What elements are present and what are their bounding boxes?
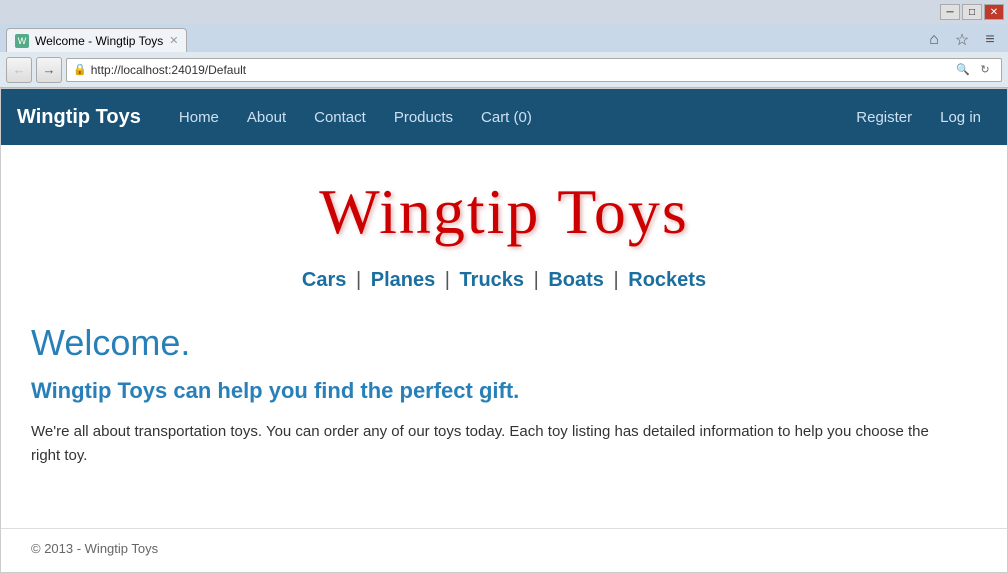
forward-button[interactable]: → (36, 57, 62, 83)
main-content: Wingtip Toys Cars | Planes | Trucks | Bo… (1, 145, 1007, 498)
welcome-heading: Welcome. (31, 322, 977, 364)
minimize-button[interactable]: ─ (940, 4, 960, 20)
close-button[interactable]: ✕ (984, 4, 1004, 20)
nav-cart[interactable]: Cart (0) (467, 89, 546, 145)
tab-label: Welcome - Wingtip Toys (35, 34, 163, 48)
refresh-button[interactable]: ↻ (975, 60, 995, 80)
description: We're all about transportation toys. You… (31, 420, 951, 468)
sep-4: | (614, 269, 619, 291)
category-links: Cars | Planes | Trucks | Boats | Rockets (31, 269, 977, 292)
maximize-button[interactable]: □ (962, 4, 982, 20)
navbar: Wingtip Toys Home About Contact Products… (1, 89, 1007, 145)
browser-actions: ⌂ ☆ ≡ (922, 28, 1002, 52)
category-cars[interactable]: Cars (302, 269, 346, 291)
navbar-right: Register Log in (846, 109, 991, 126)
title-bar: ─ □ ✕ (0, 0, 1008, 24)
nav-about[interactable]: About (233, 89, 300, 145)
nav-products[interactable]: Products (380, 89, 467, 145)
nav-login[interactable]: Log in (930, 109, 991, 126)
category-boats[interactable]: Boats (548, 269, 604, 291)
nav-home[interactable]: Home (165, 89, 233, 145)
address-bar[interactable]: 🔒 http://localhost:24019/Default 🔍 ↻ (66, 58, 1002, 82)
tab-bar: W Welcome - Wingtip Toys ✕ ⌂ ☆ ≡ (0, 24, 1008, 52)
navbar-brand[interactable]: Wingtip Toys (17, 106, 141, 129)
tab-favicon: W (15, 34, 29, 48)
tagline: Wingtip Toys can help you find the perfe… (31, 378, 977, 404)
tab-close-icon[interactable]: ✕ (169, 34, 178, 47)
nav-contact[interactable]: Contact (300, 89, 380, 145)
page-content: Wingtip Toys Home About Contact Products… (0, 88, 1008, 573)
site-title: Wingtip Toys (31, 175, 977, 249)
category-planes[interactable]: Planes (371, 269, 435, 291)
footer-divider (1, 528, 1007, 529)
category-trucks[interactable]: Trucks (460, 269, 524, 291)
favorites-icon[interactable]: ☆ (950, 28, 974, 52)
navbar-links: Home About Contact Products Cart (0) (165, 89, 846, 145)
back-button[interactable]: ← (6, 57, 32, 83)
footer-copyright: © 2013 - Wingtip Toys (1, 541, 1007, 572)
browser-tab[interactable]: W Welcome - Wingtip Toys ✕ (6, 28, 187, 52)
settings-icon[interactable]: ≡ (978, 28, 1002, 52)
sep-3: | (534, 269, 539, 291)
security-icon: 🔒 (73, 63, 87, 76)
search-address-button[interactable]: 🔍 (953, 60, 973, 80)
browser-toolbar: ← → 🔒 http://localhost:24019/Default 🔍 ↻ (0, 52, 1008, 88)
nav-register[interactable]: Register (846, 109, 922, 126)
home-icon[interactable]: ⌂ (922, 28, 946, 52)
address-text: http://localhost:24019/Default (91, 63, 949, 77)
sep-1: | (356, 269, 361, 291)
category-rockets[interactable]: Rockets (628, 269, 706, 291)
sep-2: | (445, 269, 450, 291)
